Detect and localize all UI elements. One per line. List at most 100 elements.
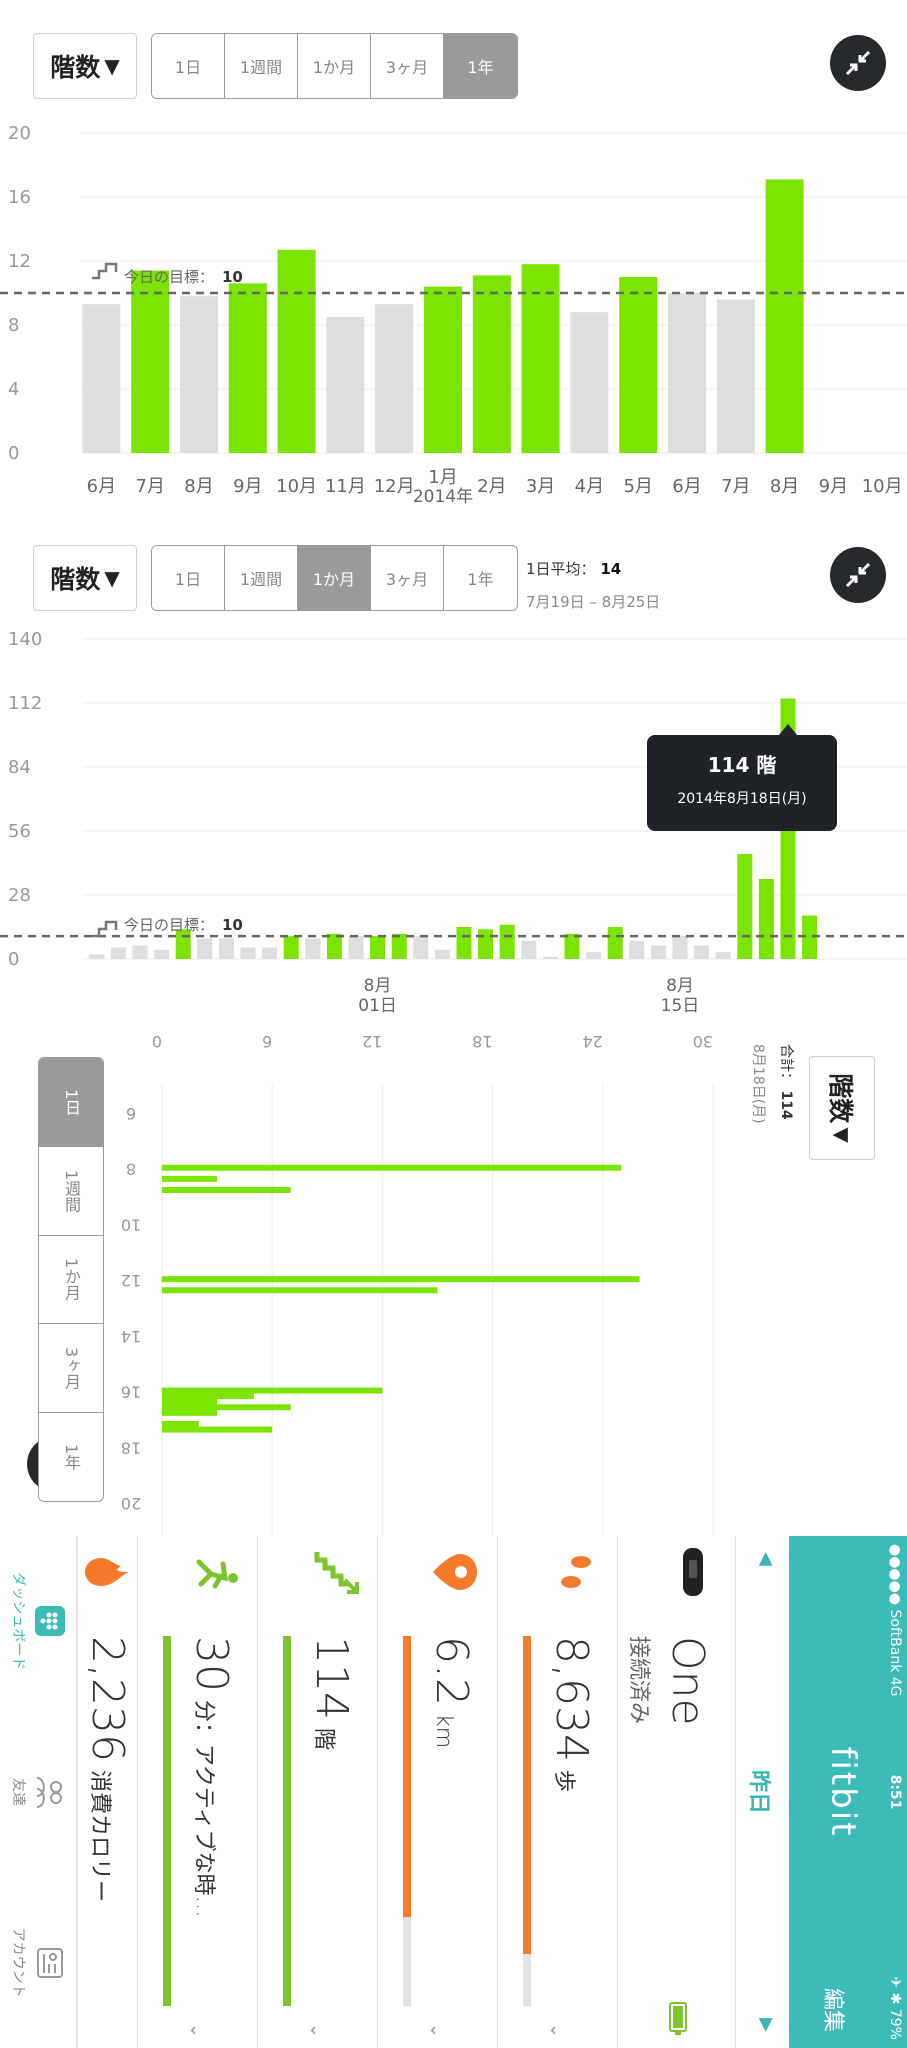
bar: [228, 283, 267, 453]
chevron-down-icon: ⌄: [546, 2022, 567, 2038]
bar: [424, 286, 462, 453]
bar: [413, 936, 429, 959]
runner-icon: [196, 1559, 238, 1589]
value-tick-label: 0: [152, 1032, 162, 1051]
bar: [162, 1287, 438, 1294]
bar: [521, 940, 537, 959]
bar: [326, 933, 342, 959]
time-tick-label: 6: [126, 1104, 136, 1123]
tooltip-box: [647, 735, 837, 831]
y-tick-label: 0: [8, 949, 19, 970]
range-1day[interactable]: 1日: [39, 1058, 103, 1147]
time-tick-label: 8: [126, 1160, 136, 1179]
dashboard-view: ●●●●● SoftBank 4G 8:51 ✈ ✱ 79% fitbit 編集…: [0, 1536, 907, 2048]
steps-value: 8,634: [546, 1636, 597, 1762]
bar: [694, 945, 710, 959]
x-tick-label: 12月: [374, 476, 415, 497]
bar: [715, 952, 731, 959]
bar: [391, 933, 407, 959]
month-view: 階数 ▼ 1日 1週間 1か月 3ヶ月 1年 1日平均： 14 7月19日 – …: [0, 512, 907, 1024]
nav-bar: fitbit 編集: [789, 1536, 883, 2048]
distance-tile[interactable]: 6.2 km ⌄: [377, 1536, 497, 2048]
bar: [161, 1404, 291, 1411]
steps-progress-fill: [523, 1636, 531, 1955]
bar: [89, 954, 105, 959]
bar: [154, 949, 170, 959]
bar: [82, 304, 121, 453]
date-label: 昨日: [746, 1769, 771, 1814]
bar: [668, 293, 706, 453]
range-3months[interactable]: 3ヶ月: [39, 1324, 103, 1414]
bar: [570, 312, 609, 453]
active-progress-fill: [163, 1636, 171, 2006]
stairs-icon: [92, 262, 118, 280]
x-tick-label: 2月: [477, 476, 506, 497]
calories-unit: 消費カロリー: [87, 1769, 112, 1902]
x-tick-label: 6月: [87, 476, 116, 497]
clock: 8:51: [887, 1774, 903, 1810]
tab-dashboard[interactable]: ダッシュボード: [0, 1536, 76, 1707]
month-bar-chart: 0285684112140今日の目標： 108月01日8月15日114 階2014…: [0, 629, 907, 1016]
bar: [434, 949, 450, 959]
value-tick-label: 12: [362, 1032, 382, 1051]
y-tick-label: 0: [8, 443, 19, 464]
bar: [240, 947, 256, 959]
bar: [375, 304, 414, 453]
y-tick-label: 28: [8, 885, 31, 906]
time-tick-label: 20: [121, 1494, 141, 1513]
next-day-icon[interactable]: ▶: [756, 2018, 777, 2032]
status-bar: ●●●●● SoftBank 4G 8:51 ✈ ✱ 79%: [883, 1536, 907, 2048]
bar: [262, 947, 278, 959]
bar: [737, 853, 753, 959]
bar: [162, 1387, 383, 1394]
bar: [131, 270, 170, 453]
bar: [110, 947, 126, 959]
location-pin-icon: [433, 1554, 477, 1590]
chevron-down-icon: ⌄: [186, 2022, 207, 2038]
bar: [765, 179, 804, 453]
time-tick-label: 16: [121, 1383, 141, 1402]
calories-value: 2,236: [82, 1636, 133, 1762]
tab-account[interactable]: アカウント: [0, 1877, 76, 2048]
stairs-icon: [314, 1552, 359, 1594]
y-tick-label: 56: [8, 821, 31, 842]
tooltip-value: 114 階: [708, 753, 777, 777]
range-1month[interactable]: 1か月: [39, 1236, 103, 1325]
time-tick-label: 10: [121, 1215, 141, 1234]
floors-tile[interactable]: 114 階 ⌄: [257, 1536, 377, 2048]
bar: [564, 933, 580, 959]
steps-tile[interactable]: 8,634 歩 ⌄: [497, 1536, 617, 2048]
x-tick-label: 10月: [862, 476, 903, 497]
x-tick-label: 6月: [672, 476, 701, 497]
range-1week[interactable]: 1週間: [39, 1147, 103, 1236]
day-view-rotated: 階数 ▼ 合計： 114 8月18日(月) 0 6 12 18 24 30 6 8 10 12 14…: [0, 1024, 907, 1536]
bar: [370, 936, 386, 959]
chevron-down-icon: ⌄: [426, 2022, 447, 2038]
active-tile[interactable]: 30 分：アクティブな時… ⌄: [137, 1536, 257, 2048]
bar: [672, 936, 688, 959]
tab-label: 友達: [10, 1778, 26, 1806]
bar: [161, 1175, 218, 1182]
value-tick-label: 18: [472, 1032, 492, 1051]
battery-status: ✈ ✱ 79%: [887, 1976, 903, 2040]
range-1year[interactable]: 1年: [39, 1413, 103, 1501]
device-tile[interactable]: One 接続済み: [617, 1536, 735, 2048]
calories-tile[interactable]: 2,236 消費カロリー: [77, 1536, 137, 2048]
fitbit-logo: fitbit: [823, 1746, 863, 1838]
day-view: 階数 ▼ 合計： 114 8月18日(月) 0 6 12 18 24 30 6 8 10 12 14…: [0, 1024, 907, 1536]
bar: [162, 1164, 622, 1171]
bar: [161, 1187, 291, 1193]
device-name: One: [662, 1636, 713, 1726]
bar: [197, 938, 213, 959]
distance-unit: km: [431, 1713, 456, 1749]
x-tick-month: 8月: [666, 976, 694, 996]
distance-progress-fill: [403, 1636, 411, 1918]
goal-value: 10: [222, 916, 243, 934]
x-tick-label: 10月: [276, 476, 317, 497]
value-tick-label: 30: [693, 1032, 713, 1051]
friends-icon: [36, 1777, 62, 1808]
tab-friends[interactable]: 友達: [0, 1707, 76, 1878]
bar: [607, 927, 623, 959]
edit-button[interactable]: 編集: [819, 1988, 851, 2032]
y-tick-label: 12: [8, 251, 31, 272]
